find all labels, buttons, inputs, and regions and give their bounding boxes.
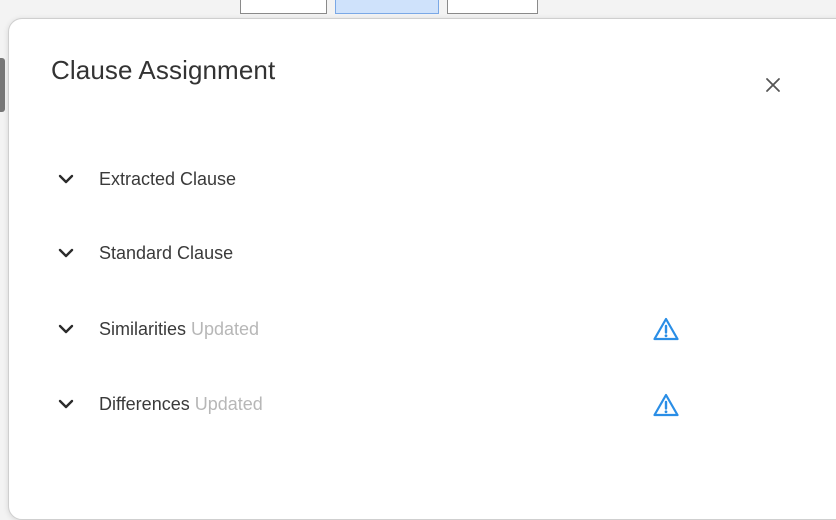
section-similarities[interactable]: Similarities Updated [57, 314, 259, 344]
status-badge: Updated [194, 393, 263, 414]
section-differences[interactable]: Differences Updated [57, 389, 263, 419]
section-label: Differences [99, 393, 190, 414]
close-icon [766, 78, 780, 92]
section-extracted-clause[interactable]: Extracted Clause [57, 164, 236, 194]
clause-assignment-dialog: Clause Assignment Extracted Clause Stand… [8, 18, 836, 520]
section-label: Standard Clause [99, 242, 234, 263]
background-tab-strip: Fields Clauses Tables [240, 0, 538, 14]
section-label: Similarities [99, 318, 187, 339]
chevron-down-icon [58, 399, 74, 409]
background-sidebar-edge [0, 58, 5, 112]
status-badge: Updated [191, 318, 260, 339]
tab-fields[interactable]: Fields [240, 0, 328, 14]
chevron-down-icon [58, 248, 74, 258]
dialog-title: Clause Assignment [51, 55, 276, 85]
section-standard-clause[interactable]: Standard Clause [57, 238, 233, 268]
close-button[interactable] [761, 73, 785, 97]
section-label: Extracted Clause [99, 168, 237, 189]
warning-icon[interactable] [653, 393, 679, 417]
chevron-down-icon [58, 174, 74, 184]
warning-icon[interactable] [653, 317, 679, 341]
tab-tables[interactable]: Tables [446, 0, 538, 14]
chevron-down-icon [58, 324, 74, 334]
tab-clauses[interactable]: Clauses [335, 0, 439, 14]
